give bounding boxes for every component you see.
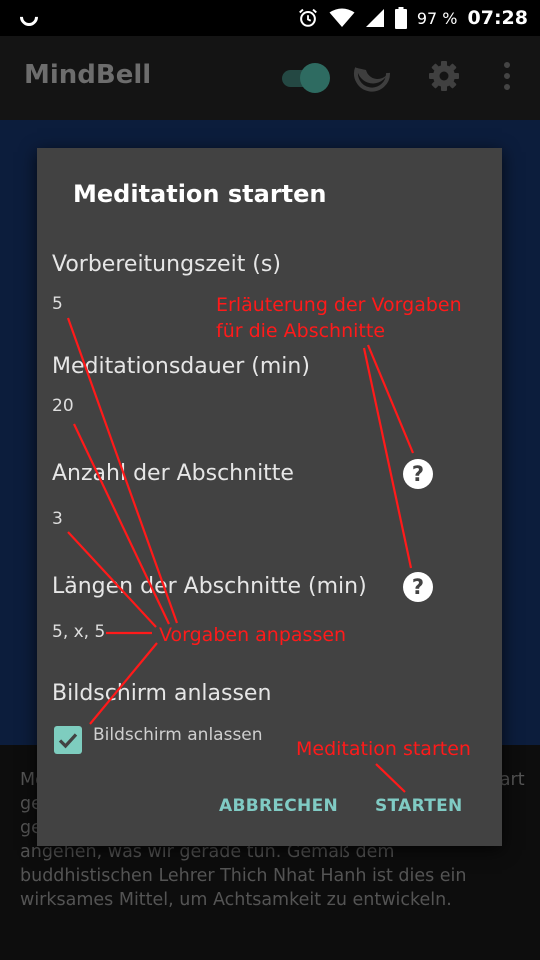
pref-period-lengths[interactable]: Längen der Abschnitte (min)	[52, 574, 367, 599]
annotation-explanation: Erläuterung der Vorgaben für die Abschni…	[216, 292, 462, 344]
pref-meditation-duration-value[interactable]: 20	[52, 396, 74, 416]
app-bar: MindBell	[0, 36, 540, 120]
pref-period-lengths-value[interactable]: 5, x, 5	[52, 622, 105, 642]
battery-percent: 97 %	[416, 8, 458, 28]
app-title: MindBell	[24, 60, 152, 90]
status-bar: 97 % 07:28	[0, 0, 540, 36]
annotation-text: für die Abschnitte	[216, 320, 386, 342]
toggle-knob	[300, 63, 330, 93]
pref-keep-screen-on: Bildschirm anlassen	[52, 681, 272, 706]
cancel-button[interactable]: ABBRECHEN	[219, 796, 338, 816]
annotation-adjust-defaults: Vorgaben anpassen	[159, 624, 347, 646]
wifi-icon	[329, 8, 355, 27]
help-question-icon[interactable]: ?	[403, 572, 433, 602]
bell-active-toggle[interactable]	[282, 63, 330, 93]
checkmark-icon	[58, 733, 78, 749]
keep-screen-on-checkbox[interactable]	[54, 726, 82, 754]
keep-screen-on-label[interactable]: Bildschirm anlassen	[93, 725, 263, 745]
pref-number-of-periods-value[interactable]: 3	[52, 509, 63, 529]
alarm-clock-icon	[298, 8, 317, 27]
annotation-start-meditation: Meditation starten	[296, 738, 471, 760]
help-question-icon[interactable]: ?	[403, 459, 433, 489]
pref-meditation-duration[interactable]: Meditationsdauer (min)	[52, 354, 310, 379]
pref-preparation-time[interactable]: Vorbereitungszeit (s)	[52, 252, 281, 277]
cell-signal-icon	[365, 9, 384, 27]
dialog-title: Meditation starten	[73, 180, 327, 208]
settings-gear-icon[interactable]	[428, 60, 460, 92]
battery-icon	[394, 7, 407, 29]
clock-time: 07:28	[467, 7, 528, 29]
pref-number-of-periods[interactable]: Anzahl der Abschnitte	[52, 461, 294, 486]
start-button[interactable]: STARTEN	[375, 796, 463, 816]
pref-preparation-time-value[interactable]: 5	[52, 294, 63, 314]
annotation-text: Erläuterung der Vorgaben	[216, 294, 462, 316]
loading-spinner-icon	[16, 4, 42, 30]
overflow-menu-icon[interactable]	[500, 60, 514, 92]
meditation-moon-icon[interactable]	[352, 60, 392, 96]
status-icons: 97 % 07:28	[297, 4, 528, 32]
